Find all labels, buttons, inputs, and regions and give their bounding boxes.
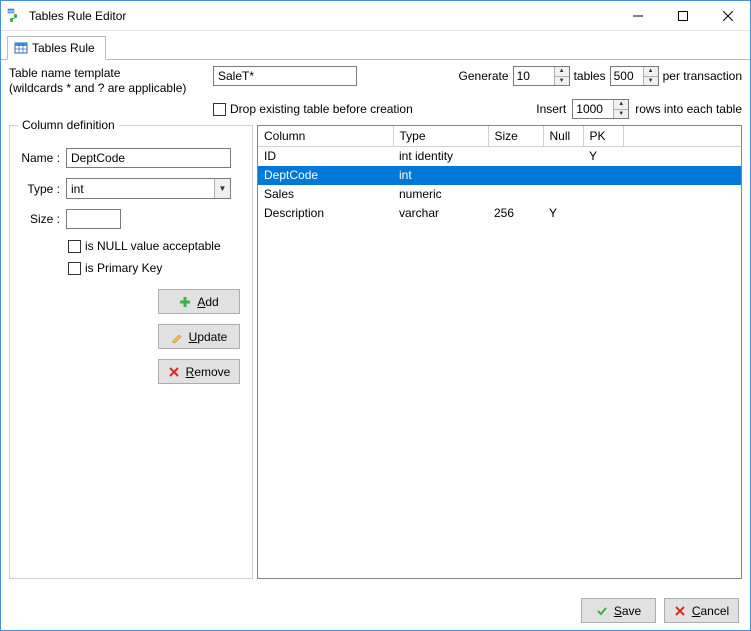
per-transaction-input[interactable]: ▲▼ — [610, 66, 659, 86]
generate-count-input[interactable]: ▲▼ — [513, 66, 570, 86]
tables-label: tables — [574, 69, 606, 83]
plus-icon — [179, 296, 191, 308]
spin-down-icon[interactable]: ▼ — [614, 110, 628, 119]
checkbox-icon — [213, 103, 226, 116]
rows-label: rows into each table — [635, 102, 742, 116]
dialog-buttons: Save Cancel — [581, 598, 739, 623]
spin-up-icon[interactable]: ▲ — [555, 67, 569, 77]
pencil-icon — [171, 331, 183, 343]
column-definition-group: Column definition Name : Type : int ▼ Si… — [9, 125, 253, 579]
table-row[interactable]: DeptCodeint — [258, 166, 741, 185]
remove-button[interactable]: Remove — [158, 359, 240, 384]
checkbox-icon — [68, 262, 81, 275]
tab-bar: Tables Rule — [1, 31, 750, 60]
insert-block: Insert ▲▼ rows into each table — [536, 99, 742, 119]
save-button[interactable]: Save — [581, 598, 656, 623]
insert-count-input[interactable]: ▲▼ — [572, 99, 629, 119]
tab-tables-rule[interactable]: Tables Rule — [7, 36, 106, 60]
minimize-button[interactable] — [615, 1, 660, 30]
chevron-down-icon: ▼ — [214, 179, 230, 198]
app-icon: ABC — [7, 8, 23, 24]
table-row[interactable]: Salesnumeric — [258, 185, 741, 204]
type-select[interactable]: int ▼ — [66, 178, 231, 199]
spin-up-icon[interactable]: ▲ — [614, 100, 628, 110]
spin-down-icon[interactable]: ▼ — [555, 77, 569, 86]
maximize-button[interactable] — [660, 1, 705, 30]
size-input[interactable] — [66, 209, 121, 229]
columns-table[interactable]: Column Type Size Null PK IDint identityY… — [257, 125, 742, 579]
add-button[interactable]: Add — [158, 289, 240, 314]
null-checkbox[interactable]: is NULL value acceptable — [68, 239, 244, 253]
check-icon — [596, 605, 608, 617]
svg-text:ABC: ABC — [8, 9, 16, 13]
generate-label: Generate — [459, 69, 509, 83]
column-definition-legend: Column definition — [18, 118, 119, 132]
size-label: Size : — [18, 212, 66, 226]
window-controls — [615, 1, 750, 30]
table-header-row: Column Type Size Null PK — [258, 126, 741, 147]
tab-label: Tables Rule — [32, 41, 95, 55]
pk-checkbox[interactable]: is Primary Key — [68, 261, 244, 275]
window-title: Tables Rule Editor — [29, 9, 615, 23]
col-pk[interactable]: PK — [583, 126, 623, 147]
spin-up-icon[interactable]: ▲ — [644, 67, 658, 77]
col-type[interactable]: Type — [393, 126, 488, 147]
table-icon — [14, 41, 28, 55]
col-column[interactable]: Column — [258, 126, 393, 147]
col-null[interactable]: Null — [543, 126, 583, 147]
type-label: Type : — [18, 182, 66, 196]
cancel-button[interactable]: Cancel — [664, 598, 739, 623]
checkbox-icon — [68, 240, 81, 253]
table-row[interactable]: IDint identityY — [258, 147, 741, 166]
titlebar: ABC Tables Rule Editor — [1, 1, 750, 31]
drop-existing-checkbox[interactable]: Drop existing table before creation — [213, 102, 413, 116]
generate-block: Generate ▲▼ tables ▲▼ per transaction — [459, 66, 742, 86]
per-transaction-label: per transaction — [663, 69, 742, 83]
template-input[interactable] — [213, 66, 357, 86]
x-icon — [674, 605, 686, 617]
update-button[interactable]: Update — [158, 324, 240, 349]
name-input[interactable] — [66, 148, 231, 168]
content: Table name template (wildcards * and ? a… — [1, 60, 750, 585]
name-label: Name : — [18, 151, 66, 165]
template-label: Table name template (wildcards * and ? a… — [9, 66, 205, 96]
insert-label: Insert — [536, 102, 566, 116]
table-row[interactable]: Descriptionvarchar256Y — [258, 204, 741, 223]
x-icon — [168, 366, 180, 378]
col-size[interactable]: Size — [488, 126, 543, 147]
spin-down-icon[interactable]: ▼ — [644, 77, 658, 86]
close-button[interactable] — [705, 1, 750, 30]
